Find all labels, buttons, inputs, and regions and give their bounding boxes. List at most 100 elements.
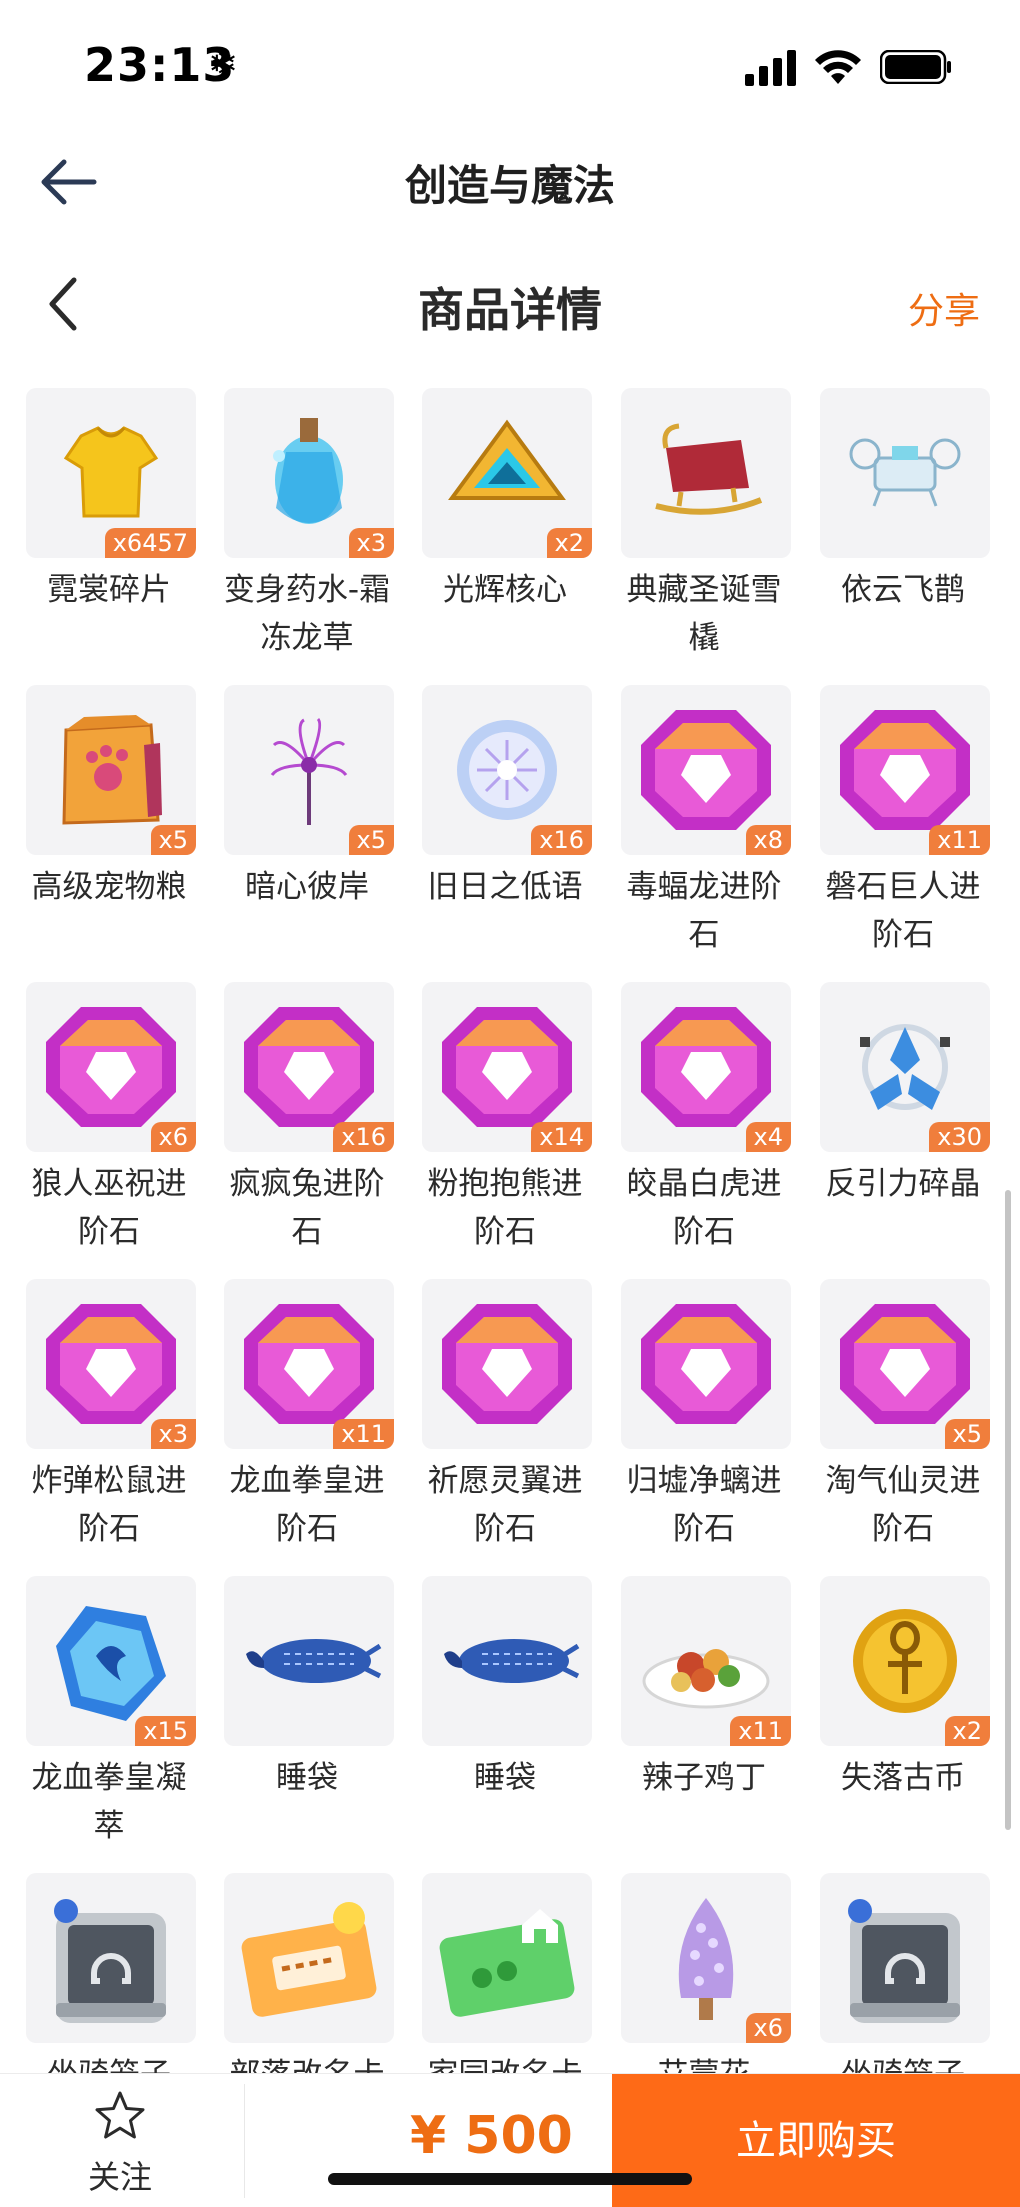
product-item[interactable]: x6 狼人巫祝进阶石 <box>17 982 201 1272</box>
item-thumbnail[interactable]: x14 <box>422 982 592 1152</box>
product-item[interactable]: x3 变身药水-霜冻龙草 <box>215 388 399 678</box>
item-name: 变身药水-霜冻龙草 <box>223 572 391 656</box>
item-thumbnail[interactable]: x16 <box>224 982 394 1152</box>
product-detail-header: 商品详情 分享 <box>0 252 1020 357</box>
price: ¥ 500 <box>410 2106 573 2166</box>
product-item[interactable]: x2 光辉核心 <box>413 388 597 678</box>
battery-icon <box>880 50 951 84</box>
share-button[interactable]: 分享 <box>908 282 980 334</box>
product-item[interactable]: 祈愿灵翼进阶石 <box>413 1279 597 1569</box>
product-item[interactable]: 睡袋 <box>215 1576 399 1866</box>
product-item[interactable]: x15 龙血拳皇凝萃 <box>17 1576 201 1866</box>
item-thumbnail[interactable] <box>820 388 990 558</box>
item-name: 毒蝠龙进阶石 <box>626 869 782 953</box>
item-thumbnail[interactable] <box>422 1576 592 1746</box>
product-item[interactable]: x5 暗心彼岸 <box>215 685 399 975</box>
quantity-badge: x15 <box>135 1716 196 1746</box>
item-name: 艾蒙花 <box>612 2051 796 2073</box>
cellular-signal-icon <box>745 50 796 86</box>
item-thumbnail[interactable]: x6 <box>26 982 196 1152</box>
product-item[interactable]: 坐骑笼子 <box>17 1873 201 2073</box>
item-thumbnail[interactable] <box>621 1279 791 1449</box>
follow-button[interactable]: 关注 <box>0 2074 240 2207</box>
product-item[interactable]: x5 淘气仙灵进阶石 <box>811 1279 995 1569</box>
product-item[interactable]: x3 炸弹松鼠进阶石 <box>17 1279 201 1569</box>
item-thumbnail[interactable] <box>224 1576 394 1746</box>
product-item[interactable]: x11 磐石巨人进阶石 <box>811 685 995 975</box>
item-thumbnail[interactable] <box>621 388 791 558</box>
item-name: 狼人巫祝进阶石 <box>31 1166 187 1250</box>
item-thumbnail[interactable]: x11 <box>820 685 990 855</box>
item-thumbnail[interactable]: x6 <box>621 1873 791 2043</box>
item-thumbnail[interactable]: x16 <box>422 685 592 855</box>
item-name: 依云飞鹊 <box>841 572 965 608</box>
product-item[interactable]: 家园改名卡 <box>413 1873 597 2073</box>
product-item[interactable]: x11 龙血拳皇进阶石 <box>215 1279 399 1569</box>
gem-icon <box>641 1304 771 1424</box>
product-item[interactable]: 归墟净螭进阶石 <box>612 1279 796 1569</box>
item-thumbnail[interactable]: x15 <box>26 1576 196 1746</box>
quantity-badge: x5 <box>150 825 196 855</box>
item-thumbnail[interactable]: x11 <box>621 1576 791 1746</box>
item-thumbnail[interactable]: x2 <box>422 388 592 558</box>
product-item[interactable]: x6 艾蒙花 <box>612 1873 796 2073</box>
item-thumbnail[interactable] <box>224 1873 394 2043</box>
item-name: 高级宠物粮 <box>31 869 187 905</box>
item-name: 淘气仙灵进阶石 <box>825 1463 981 1547</box>
quantity-badge: x8 <box>745 825 791 855</box>
item-thumbnail[interactable]: x8 <box>621 685 791 855</box>
item-name: 部落改名卡 <box>215 2051 399 2073</box>
quantity-badge: x16 <box>333 1122 394 1152</box>
product-item[interactable]: x11 辣子鸡丁 <box>612 1576 796 1866</box>
item-thumbnail[interactable] <box>26 1873 196 2043</box>
item-name: 睡袋 <box>276 1760 338 1796</box>
product-item[interactable]: x4 皎晶白虎进阶石 <box>612 982 796 1272</box>
wifi-icon <box>815 50 861 84</box>
item-name: 暗心彼岸 <box>245 869 369 905</box>
quantity-badge: x11 <box>730 1716 791 1746</box>
item-name: 祈愿灵翼进阶石 <box>427 1463 583 1547</box>
product-item[interactable]: 依云飞鹊 <box>811 388 995 678</box>
product-item[interactable]: x2 失落古币 <box>811 1576 995 1866</box>
item-thumbnail[interactable]: x3 <box>26 1279 196 1449</box>
item-thumbnail[interactable]: x11 <box>224 1279 394 1449</box>
item-name: 坐骑笼子 <box>811 2051 995 2073</box>
status-bar: 23:13 ❄ <box>0 0 1020 130</box>
product-item[interactable]: 典藏圣诞雪橇 <box>612 388 796 678</box>
item-thumbnail[interactable]: x5 <box>224 685 394 855</box>
product-item[interactable]: x14 粉抱抱熊进阶石 <box>413 982 597 1272</box>
item-thumbnail[interactable]: x3 <box>224 388 394 558</box>
item-thumbnail[interactable]: x4 <box>621 982 791 1152</box>
item-thumbnail[interactable]: x2 <box>820 1576 990 1746</box>
item-thumbnail[interactable] <box>422 1279 592 1449</box>
product-item[interactable]: x6457 霓裳碎片 <box>17 388 201 678</box>
item-thumbnail[interactable]: x6457 <box>26 388 196 558</box>
product-item[interactable]: x16 疯疯兔进阶石 <box>215 982 399 1272</box>
product-item[interactable]: 睡袋 <box>413 1576 597 1866</box>
product-item[interactable]: x16 旧日之低语 <box>413 685 597 975</box>
page-title: 商品详情 <box>418 283 602 337</box>
item-thumbnail[interactable] <box>422 1873 592 2043</box>
item-name: 龙血拳皇进阶石 <box>229 1463 385 1547</box>
product-item[interactable]: 部落改名卡 <box>215 1873 399 2073</box>
product-item[interactable]: x30 反引力碎晶 <box>811 982 995 1272</box>
product-item[interactable]: 坐骑笼子 <box>811 1873 995 2073</box>
scrollbar[interactable] <box>1005 1190 1011 1830</box>
item-name: 疯疯兔进阶石 <box>229 1166 385 1250</box>
item-thumbnail[interactable]: x5 <box>820 1279 990 1449</box>
product-item[interactable]: x5 高级宠物粮 <box>17 685 201 975</box>
item-thumbnail[interactable]: x30 <box>820 982 990 1152</box>
item-name: 睡袋 <box>474 1760 536 1796</box>
cage-icon <box>848 1899 960 2023</box>
item-name: 旧日之低语 <box>427 869 583 905</box>
item-name: 龙血拳皇凝萃 <box>31 1760 187 1844</box>
product-item[interactable]: x8 毒蝠龙进阶石 <box>612 685 796 975</box>
star-icon <box>95 2091 145 2139</box>
quantity-badge: x6 <box>150 1122 196 1152</box>
app-nav: 创造与魔法 <box>0 130 1020 235</box>
buy-now-button[interactable]: 立即购买 <box>612 2074 1020 2207</box>
sleeping-bag-icon <box>444 1639 580 1683</box>
app-title: 创造与魔法 <box>404 161 615 210</box>
item-thumbnail[interactable]: x5 <box>26 685 196 855</box>
item-thumbnail[interactable] <box>820 1873 990 2043</box>
